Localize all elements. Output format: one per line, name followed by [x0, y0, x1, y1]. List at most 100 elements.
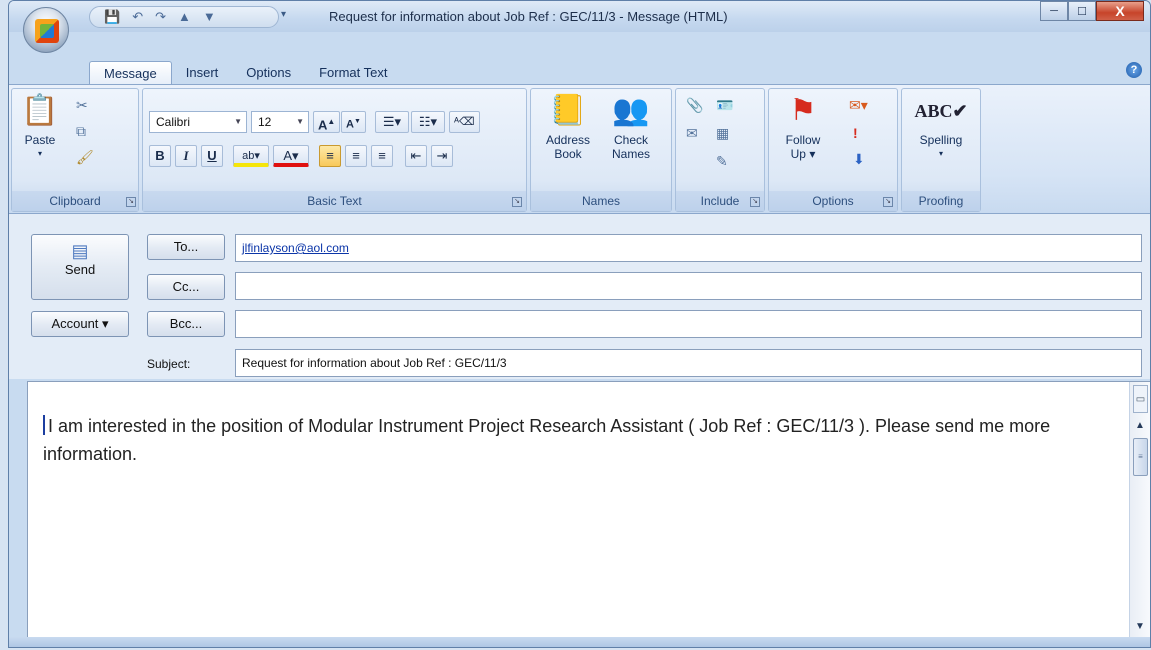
group-label: Basic Text: [143, 191, 526, 211]
underline-button[interactable]: U: [201, 145, 223, 167]
group-basic-text: Calibri ▼ 12 ▼ A▲ A▼ ☰▾ ☷▾ ᴬ⌫ B I U ab▾ A▾…: [142, 88, 527, 212]
subject-field[interactable]: Request for information about Job Ref : …: [235, 349, 1142, 377]
highlight-color-button[interactable]: ab▾: [233, 145, 269, 167]
chevron-down-icon: ▼: [234, 117, 242, 126]
help-icon[interactable]: ?: [1126, 62, 1142, 78]
spelling-icon: ABC✔: [914, 101, 968, 121]
window-title: Request for information about Job Ref : …: [329, 9, 728, 24]
subject-label: Subject:: [147, 357, 191, 371]
cc-button[interactable]: Cc...: [147, 274, 225, 300]
group-proofing: ABC✔ Spelling ▾ Proofing: [901, 88, 981, 212]
group-label: Proofing: [902, 191, 980, 211]
tab-message[interactable]: Message: [89, 61, 172, 85]
office-logo-icon: [35, 19, 59, 43]
paste-dropdown-icon: ▾: [37, 149, 42, 158]
group-label: Names: [531, 191, 671, 211]
signature-icon[interactable]: ✎: [716, 153, 728, 170]
check-names-button[interactable]: 👥 Check Names: [601, 93, 661, 161]
cc-field[interactable]: [235, 272, 1142, 300]
font-name-select[interactable]: Calibri ▼: [149, 111, 247, 133]
minimize-button[interactable]: ─: [1040, 1, 1068, 21]
italic-button[interactable]: I: [175, 145, 197, 167]
decrease-indent-button[interactable]: ⇤: [405, 145, 427, 167]
tab-options[interactable]: Options: [232, 61, 305, 85]
next-item-icon[interactable]: ▼: [203, 8, 216, 26]
maximize-button[interactable]: ☐: [1068, 1, 1096, 21]
close-button[interactable]: X: [1096, 1, 1144, 21]
attach-item-icon[interactable]: ✉: [686, 125, 698, 142]
calendar-icon[interactable]: ▦: [716, 125, 729, 142]
paste-button[interactable]: 📋 Paste ▾: [18, 93, 62, 161]
group-names: 📒 Address Book 👥 Check Names Names: [530, 88, 672, 212]
redo-icon[interactable]: ↷: [155, 8, 166, 26]
to-button[interactable]: To...: [147, 234, 225, 260]
align-right-button[interactable]: ≡: [371, 145, 393, 167]
copy-icon[interactable]: ⧉: [76, 123, 86, 140]
undo-icon[interactable]: ↶: [132, 8, 143, 26]
office-button[interactable]: [23, 7, 69, 53]
tab-format-text[interactable]: Format Text: [305, 61, 401, 85]
title-bar: 💾 ↶ ↷ ▲ ▼ ▾ Request for information abou…: [9, 1, 1150, 32]
message-window: 💾 ↶ ↷ ▲ ▼ ▾ Request for information abou…: [8, 0, 1151, 648]
align-left-button[interactable]: ≡: [319, 145, 341, 167]
options-launcher-icon[interactable]: ↘: [883, 197, 893, 207]
font-color-button[interactable]: A▾: [273, 145, 309, 167]
group-clipboard: 📋 Paste ▾ ✂ ⧉ 🖌 Clipboard ↘: [11, 88, 139, 212]
group-label: Options: [769, 191, 897, 211]
send-button[interactable]: ▤ Send: [31, 234, 129, 300]
group-include: 📎 🪪 ✉ ▦ ✎ Include ↘: [675, 88, 765, 212]
font-size-select[interactable]: 12 ▼: [251, 111, 309, 133]
body-text[interactable]: I am interested in the position of Modul…: [43, 412, 1103, 468]
text-cursor: [43, 415, 45, 435]
bullets-button[interactable]: ☰▾: [375, 111, 409, 133]
clear-formatting-icon[interactable]: ᴬ⌫: [449, 111, 480, 133]
business-card-icon[interactable]: 🪪: [716, 97, 733, 114]
save-icon[interactable]: 💾: [104, 8, 120, 26]
increase-indent-button[interactable]: ⇥: [431, 145, 453, 167]
align-center-button[interactable]: ≡: [345, 145, 367, 167]
ribbon: 📋 Paste ▾ ✂ ⧉ 🖌 Clipboard ↘ Calibri ▼ 12 ▼…: [9, 84, 1150, 214]
address-book-button[interactable]: 📒 Address Book: [537, 93, 599, 161]
account-button[interactable]: Account ▾: [31, 311, 129, 337]
attach-file-icon[interactable]: 📎: [686, 97, 703, 114]
spelling-button[interactable]: ABC✔ Spelling ▾: [908, 93, 974, 161]
vertical-scrollbar[interactable]: ▭ ▲ ≡ ▼: [1129, 382, 1150, 638]
window-controls: ─ ☐ X: [1040, 1, 1144, 21]
format-painter-icon[interactable]: 🖌: [76, 149, 94, 166]
quick-access-toolbar: 💾 ↶ ↷ ▲ ▼: [89, 6, 279, 28]
customize-toolbar-icon[interactable]: ▾: [281, 9, 286, 20]
scroll-down-icon[interactable]: ▼: [1135, 621, 1145, 632]
address-form: ▤ Send Account ▾ To... Cc... Bcc... Subj…: [9, 214, 1150, 379]
permission-icon[interactable]: ✉▾: [849, 97, 868, 114]
basic-text-launcher-icon[interactable]: ↘: [512, 197, 522, 207]
tab-insert[interactable]: Insert: [172, 61, 233, 85]
high-importance-icon[interactable]: !: [853, 125, 858, 141]
previous-item-icon[interactable]: ▲: [178, 8, 191, 26]
scroll-up-icon[interactable]: ▲: [1135, 420, 1145, 431]
scroll-thumb[interactable]: ≡: [1133, 438, 1148, 476]
send-icon: ▤: [71, 241, 89, 261]
numbering-button[interactable]: ☷▾: [411, 111, 445, 133]
group-options: ⚑ Follow Up ▾ ✉▾ ! ⬇ Options ↘: [768, 88, 898, 212]
to-field[interactable]: jlfinlayson@aol.com: [235, 234, 1142, 262]
include-launcher-icon[interactable]: ↘: [750, 197, 760, 207]
chevron-down-icon: ▼: [296, 117, 304, 126]
low-importance-icon[interactable]: ⬇: [853, 151, 865, 168]
paste-label: Paste: [24, 133, 56, 147]
shrink-font-button[interactable]: A▼: [341, 111, 366, 133]
bold-button[interactable]: B: [149, 145, 171, 167]
ribbon-tabs: Message Insert Options Format Text: [89, 61, 401, 85]
recipient-link[interactable]: jlfinlayson@aol.com: [242, 241, 349, 255]
bcc-button[interactable]: Bcc...: [147, 311, 225, 337]
grow-font-button[interactable]: A▲: [313, 111, 341, 133]
flag-icon: ⚑: [789, 94, 817, 127]
status-bar: [9, 637, 1150, 647]
clipboard-launcher-icon[interactable]: ↘: [126, 197, 136, 207]
follow-up-button[interactable]: ⚑ Follow Up ▾: [775, 93, 831, 161]
cut-icon[interactable]: ✂: [76, 97, 88, 114]
clipboard-icon: 📋: [21, 94, 59, 127]
message-body[interactable]: I am interested in the position of Modul…: [27, 381, 1150, 639]
group-label: Clipboard: [12, 191, 138, 211]
bcc-field[interactable]: [235, 310, 1142, 338]
ruler-toggle-icon[interactable]: ▭: [1133, 385, 1148, 413]
